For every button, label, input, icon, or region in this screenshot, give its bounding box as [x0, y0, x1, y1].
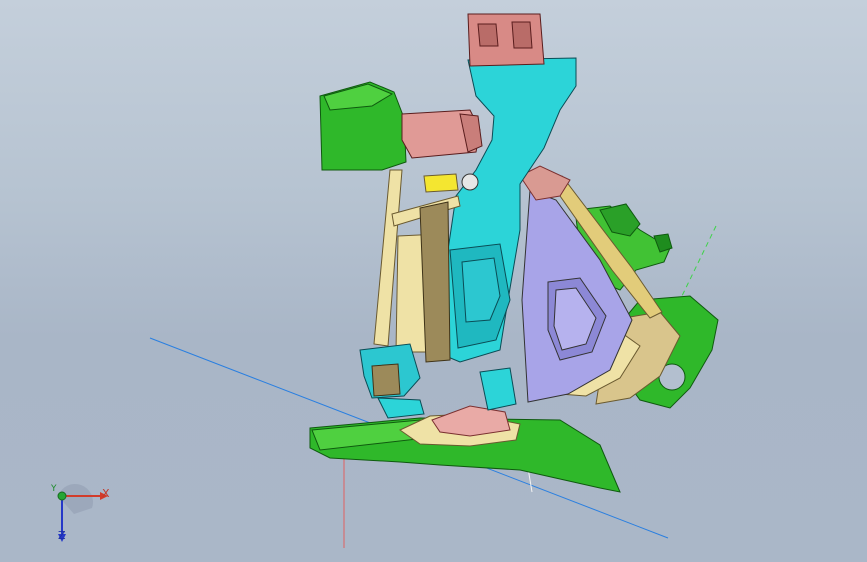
yellow-tag	[423, 173, 459, 193]
top-pink-bracket-slot	[477, 23, 499, 47]
triad-y-label: Y	[51, 484, 57, 494]
lower-cyan-arm	[377, 397, 425, 419]
pivot-boss	[461, 173, 479, 191]
assembly-model[interactable]	[0, 0, 867, 562]
lower-olive-block	[371, 363, 401, 397]
lower-mid-cyan-block	[479, 367, 517, 411]
triad-z-label: Z	[58, 529, 66, 542]
bottom-pink-cover	[431, 405, 511, 437]
reference-axis-green-dashed	[679, 225, 717, 301]
triad-x-label: X	[102, 487, 110, 500]
top-pink-bracket-slot-2	[511, 21, 533, 49]
cad-3d-viewport[interactable]: X Y Z	[0, 0, 867, 562]
triad-y-axis-dot	[57, 491, 67, 501]
